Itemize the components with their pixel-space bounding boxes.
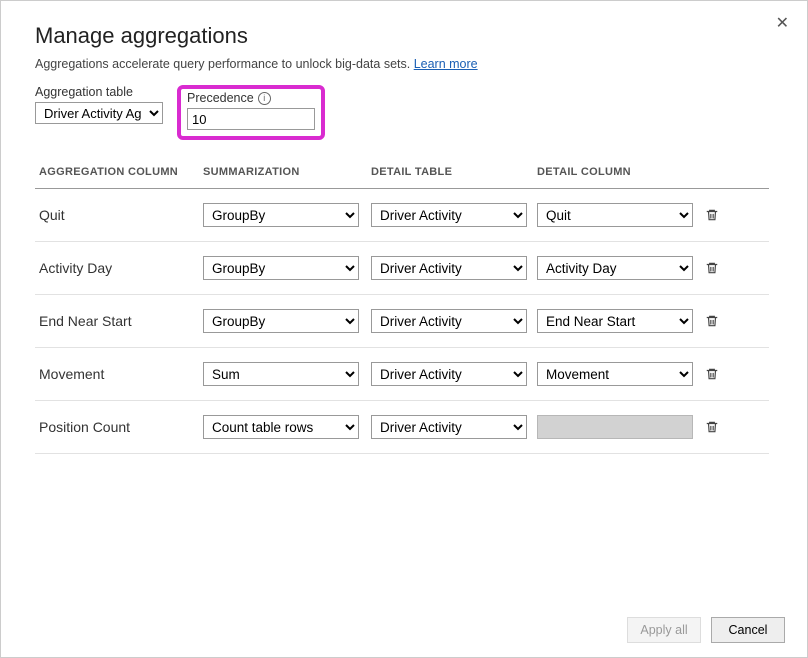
header-aggregation-column: AGGREGATION COLUMN bbox=[35, 166, 203, 178]
table-row: End Near StartGroupByDriver ActivityEnd … bbox=[35, 295, 769, 348]
detail-column-select[interactable]: End Near Start bbox=[537, 309, 693, 333]
detail-table-select[interactable]: Driver Activity bbox=[371, 362, 527, 386]
trash-icon[interactable] bbox=[703, 312, 721, 330]
controls-row: Aggregation table Driver Activity Agg2 P… bbox=[35, 85, 773, 140]
apply-all-button[interactable]: Apply all bbox=[627, 617, 701, 643]
close-icon[interactable]: ✕ bbox=[776, 13, 789, 33]
aggregation-column-name: Position Count bbox=[35, 419, 203, 435]
trash-icon[interactable] bbox=[703, 365, 721, 383]
table-row: QuitGroupByDriver ActivityQuit bbox=[35, 189, 769, 242]
detail-table-select[interactable]: Driver Activity bbox=[371, 203, 527, 227]
manage-aggregations-dialog: ✕ Manage aggregations Aggregations accel… bbox=[5, 5, 803, 653]
aggregation-column-name: Movement bbox=[35, 366, 203, 382]
header-detail-column: DETAIL COLUMN bbox=[537, 166, 703, 178]
trash-icon[interactable] bbox=[703, 206, 721, 224]
dialog-title: Manage aggregations bbox=[35, 23, 773, 49]
aggregation-table-label: Aggregation table bbox=[35, 85, 163, 99]
dialog-description: Aggregations accelerate query performanc… bbox=[35, 57, 773, 71]
detail-column-select bbox=[537, 415, 693, 439]
dialog-content: Manage aggregations Aggregations acceler… bbox=[5, 5, 803, 607]
detail-table-select[interactable]: Driver Activity bbox=[371, 415, 527, 439]
table-row: MovementSumDriver ActivityMovement bbox=[35, 348, 769, 401]
detail-column-select[interactable]: Movement bbox=[537, 362, 693, 386]
aggregation-column-name: Quit bbox=[35, 207, 203, 223]
precedence-group: Precedence i bbox=[177, 85, 325, 140]
trash-icon[interactable] bbox=[703, 418, 721, 436]
learn-more-link[interactable]: Learn more bbox=[414, 57, 478, 71]
info-icon[interactable]: i bbox=[258, 92, 271, 105]
trash-icon[interactable] bbox=[703, 259, 721, 277]
dialog-footer: Apply all Cancel bbox=[5, 607, 803, 653]
table-rows-host: QuitGroupByDriver ActivityQuitActivity D… bbox=[35, 189, 769, 454]
description-text: Aggregations accelerate query performanc… bbox=[35, 57, 414, 71]
detail-table-select[interactable]: Driver Activity bbox=[371, 256, 527, 280]
aggregation-table-area[interactable]: AGGREGATION COLUMN SUMMARIZATION DETAIL … bbox=[35, 158, 773, 607]
table-header-row: AGGREGATION COLUMN SUMMARIZATION DETAIL … bbox=[35, 158, 769, 189]
table-row: Activity DayGroupByDriver ActivityActivi… bbox=[35, 242, 769, 295]
summarization-select[interactable]: GroupBy bbox=[203, 309, 359, 333]
precedence-input[interactable] bbox=[187, 108, 315, 130]
aggregation-column-name: End Near Start bbox=[35, 313, 203, 329]
summarization-select[interactable]: GroupBy bbox=[203, 203, 359, 227]
aggregation-table-group: Aggregation table Driver Activity Agg2 bbox=[35, 85, 163, 124]
precedence-label: Precedence i bbox=[187, 91, 315, 105]
detail-column-select[interactable]: Activity Day bbox=[537, 256, 693, 280]
detail-table-select[interactable]: Driver Activity bbox=[371, 309, 527, 333]
detail-column-select[interactable]: Quit bbox=[537, 203, 693, 227]
summarization-select[interactable]: GroupBy bbox=[203, 256, 359, 280]
summarization-select[interactable]: Count table rows bbox=[203, 415, 359, 439]
table-row: Position CountCount table rows Driver Act… bbox=[35, 401, 769, 454]
summarization-select[interactable]: Sum bbox=[203, 362, 359, 386]
aggregation-column-name: Activity Day bbox=[35, 260, 203, 276]
header-detail-table: DETAIL TABLE bbox=[371, 166, 537, 178]
header-summarization: SUMMARIZATION bbox=[203, 166, 371, 178]
aggregation-table-select[interactable]: Driver Activity Agg2 bbox=[35, 102, 163, 124]
cancel-button[interactable]: Cancel bbox=[711, 617, 785, 643]
